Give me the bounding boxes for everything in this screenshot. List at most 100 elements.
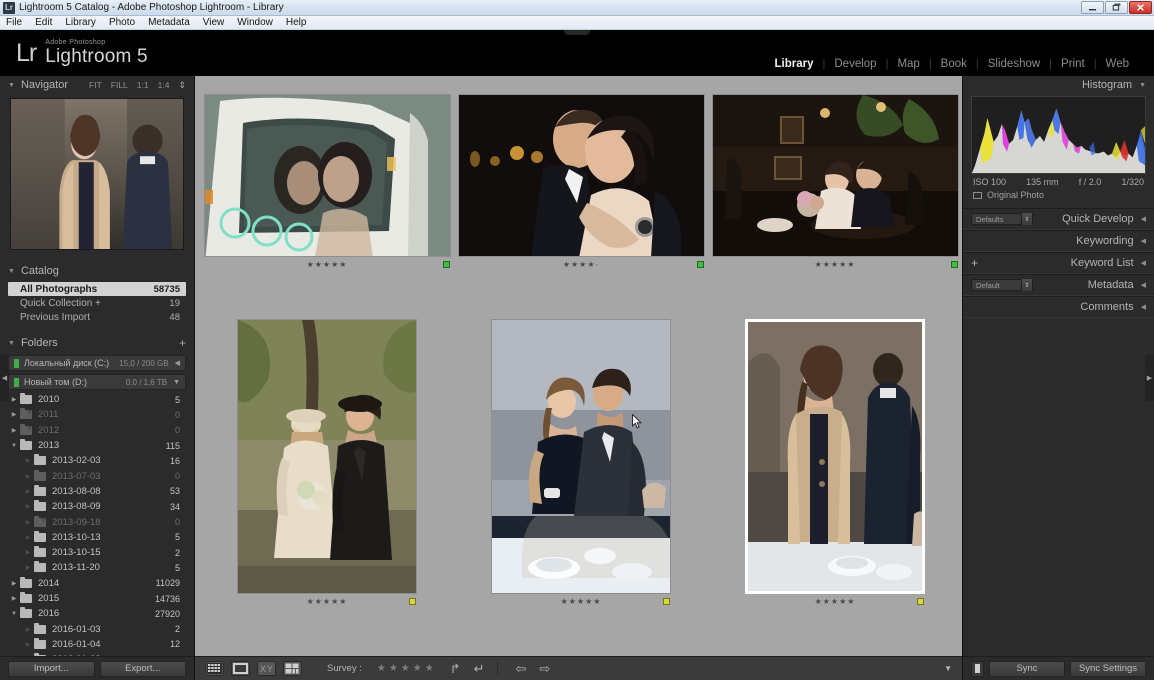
folder-row[interactable]: ▶ 2013-08-09 34 (8, 499, 186, 514)
module-map[interactable]: Map (888, 58, 928, 70)
module-library[interactable]: Library (766, 58, 823, 70)
chevron-down-icon[interactable]: ▼ (8, 611, 20, 617)
module-book[interactable]: Book (932, 58, 976, 70)
zoom-fit[interactable]: FIT (89, 80, 102, 90)
chevron-left-icon[interactable]: ◀ (1141, 215, 1146, 223)
toolbar-rating-stars[interactable]: ★★★★★ (377, 663, 437, 674)
panel-quick-develop[interactable]: Defaults ⇕ Quick Develop ◀ (963, 208, 1154, 230)
rotate-left-icon[interactable]: ↱ (450, 661, 461, 677)
folder-row[interactable]: ▶ 2013-10-15 2 (8, 545, 186, 560)
stepper-icon[interactable]: ⇕ (1021, 213, 1032, 225)
thumbnail[interactable] (745, 319, 925, 594)
folder-row[interactable]: ▼ 2013 115 (8, 438, 186, 453)
menu-item-window[interactable]: Window (237, 17, 273, 28)
folder-row[interactable]: ▶ 2011 0 (8, 407, 186, 422)
module-web[interactable]: Web (1097, 58, 1138, 70)
chevron-left-icon[interactable]: ◀ (1141, 237, 1146, 245)
chevron-right-icon[interactable]: ▶ (22, 457, 34, 464)
sync-settings-button[interactable]: Sync Settings (1070, 660, 1146, 677)
panel-keywording[interactable]: Keywording ◀ (963, 230, 1154, 252)
folder-row[interactable]: ▶ 2013-07-03 0 (8, 468, 186, 483)
chevron-right-icon[interactable]: ▶ (22, 519, 34, 526)
color-label-flag[interactable] (697, 261, 704, 268)
color-label-flag[interactable] (443, 261, 450, 268)
catalog-item-quick-collection[interactable]: Quick Collection + 19 (8, 296, 186, 310)
rating-stars[interactable]: ★★★★★ (307, 597, 348, 606)
menu-item-help[interactable]: Help (286, 17, 307, 28)
rating-stars[interactable]: ★★★★· (563, 260, 599, 269)
close-button[interactable] (1129, 1, 1152, 14)
zoom-1-1[interactable]: 1:1 (137, 80, 149, 90)
folder-row[interactable]: ▶ 2013-10-13 5 (8, 530, 186, 545)
grid-cell-selected[interactable]: ★★★★★ (708, 319, 962, 608)
chevron-down-icon[interactable]: ▼ (8, 82, 15, 89)
sync-button[interactable]: Sync (989, 660, 1065, 677)
thumbnail[interactable] (203, 94, 451, 257)
compare-view-icon[interactable]: X Y (257, 661, 276, 676)
grid-cell[interactable]: ★★★★★ (454, 319, 708, 608)
thumbnail[interactable] (711, 94, 959, 257)
folder-row[interactable]: ▶ 2012 0 (8, 423, 186, 438)
chevron-right-icon[interactable]: ▶ (22, 534, 34, 541)
menu-item-file[interactable]: File (6, 17, 22, 28)
chevron-right-icon[interactable]: ▶ (22, 473, 34, 480)
folder-row[interactable]: ▶ 2013-11-20 5 (8, 560, 186, 575)
color-label-flag[interactable] (917, 598, 924, 605)
chevron-down-icon[interactable]: ▼ (1139, 82, 1146, 89)
export-button[interactable]: Export... (99, 660, 186, 677)
chevron-right-icon[interactable]: ▶ (22, 549, 34, 556)
auto-sync-toggle[interactable] (971, 660, 984, 677)
module-print[interactable]: Print (1052, 58, 1094, 70)
catalog-item-all-photographs[interactable]: All Photographs 58735 (8, 282, 186, 296)
module-slideshow[interactable]: Slideshow (979, 58, 1049, 70)
folder-row[interactable]: ▶ 2013-02-03 16 (8, 453, 186, 468)
chevron-left-icon[interactable]: ◀ (1141, 259, 1146, 267)
stepper-icon[interactable]: ⇕ (1021, 279, 1032, 291)
color-label-flag[interactable] (951, 261, 958, 268)
rating-stars[interactable]: ★★★★★ (561, 597, 602, 606)
panel-comments[interactable]: Comments ◀ (963, 296, 1154, 318)
chevron-down-icon[interactable]: ▼ (8, 268, 15, 275)
add-folder-icon[interactable]: + (179, 337, 186, 349)
chevron-down-icon[interactable]: ▼ (173, 379, 180, 386)
import-button[interactable]: Import... (8, 660, 95, 677)
folder-row[interactable]: ▶ 2013-09-18 0 (8, 514, 186, 529)
metadata-preset-select[interactable]: Default ⇕ (971, 279, 1033, 291)
grid-cell[interactable]: ★★★★· (454, 94, 708, 271)
navigator-preview[interactable] (10, 98, 184, 250)
drive-row-c[interactable]: Локальный диск (C:) 15,0 / 200 GB ◀ (8, 355, 186, 371)
folder-row[interactable]: ▶ 2016-01-03 2 (8, 621, 186, 636)
rating-stars[interactable]: ★★★★★ (815, 260, 856, 269)
chevron-right-icon[interactable]: ▶ (22, 626, 34, 633)
previous-photo-icon[interactable]: ⇦ (516, 661, 527, 677)
chevron-down-icon[interactable]: ▼ (8, 340, 15, 347)
menu-item-library[interactable]: Library (65, 17, 96, 28)
chevron-down-icon[interactable]: ▼ (8, 443, 20, 449)
chevron-left-icon[interactable]: ◀ (1141, 303, 1146, 311)
thumbnail[interactable] (457, 94, 705, 257)
zoom-stepper[interactable]: ⇕ (178, 80, 186, 91)
menu-item-edit[interactable]: Edit (35, 17, 52, 28)
chevron-right-icon[interactable]: ▶ (22, 564, 34, 571)
drive-row-d[interactable]: Новый том (D:) 0,0 / 1,6 TB ▼ (8, 374, 186, 390)
menu-item-photo[interactable]: Photo (109, 17, 135, 28)
next-photo-icon[interactable]: ⇨ (539, 661, 550, 677)
toolbar-dropdown-icon[interactable]: ▼ (944, 664, 952, 673)
color-label-flag[interactable] (409, 598, 416, 605)
grid-view[interactable]: ★★★★★ ★★★★· ★★★★★ ★★★★★ ★★★★★ ★★★★★ (195, 76, 962, 656)
rating-stars[interactable]: ★★★★★ (815, 597, 856, 606)
quick-develop-preset-select[interactable]: Defaults ⇕ (971, 213, 1033, 225)
chevron-right-icon[interactable]: ▶ (8, 580, 20, 587)
histogram-header[interactable]: Histogram ▼ (963, 76, 1154, 94)
grid-cell[interactable]: ★★★★★ (200, 94, 454, 271)
histogram-chart[interactable] (971, 96, 1146, 174)
restore-button[interactable] (1105, 1, 1128, 14)
chevron-right-icon[interactable]: ▶ (22, 641, 34, 648)
rating-stars[interactable]: ★★★★★ (307, 260, 348, 269)
rotate-right-icon[interactable]: ↵ (474, 661, 485, 677)
chevron-right-icon[interactable]: ▶ (8, 396, 20, 403)
color-label-flag[interactable] (663, 598, 670, 605)
left-panel-collapse-handle[interactable]: ◀ (0, 355, 9, 401)
navigator-header[interactable]: ▼ Navigator FIT FILL 1:1 1:4 ⇕ (0, 76, 194, 94)
folder-row[interactable]: ▼ 2016 27920 (8, 606, 186, 621)
